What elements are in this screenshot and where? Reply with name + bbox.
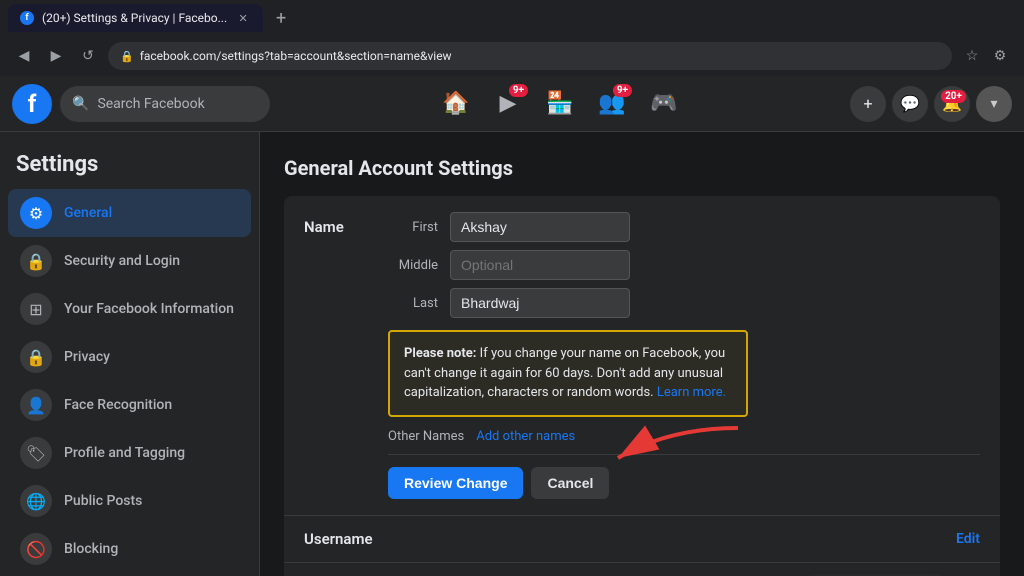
middle-name-input[interactable] — [450, 250, 630, 280]
fb-nav-icons: 🏠 ▶ 9+ 🏪 👥 9+ 🎮 — [278, 80, 842, 128]
nav-groups-btn[interactable]: 👥 9+ — [588, 80, 636, 128]
sidebar-item-blocking[interactable]: 🚫 Blocking — [8, 525, 251, 573]
middle-label: Middle — [388, 258, 438, 273]
name-label: Name — [304, 218, 364, 236]
username-label: Username — [304, 530, 373, 548]
sidebar: Settings ⚙ General 🔒 Security and Login … — [0, 132, 260, 576]
address-bar-actions: ☆ ⚙ — [960, 44, 1012, 68]
sidebar-label-face-recog: Face Recognition — [64, 397, 172, 413]
username-row: Username Edit — [284, 516, 1000, 563]
address-bar-row: ◀ ▶ ↺ 🔒 facebook.com/settings?tab=accoun… — [0, 36, 1024, 76]
forward-btn[interactable]: ▶ — [44, 44, 68, 68]
address-bar[interactable]: 🔒 facebook.com/settings?tab=account&sect… — [108, 42, 952, 70]
fb-main: Settings ⚙ General 🔒 Security and Login … — [0, 132, 1024, 576]
note-prefix: Please note: — [404, 346, 476, 361]
name-section: Name First Middle — [284, 196, 1000, 516]
tab-title: (20+) Settings & Privacy | Facebo... — [42, 11, 227, 25]
review-change-btn[interactable]: Review Change — [388, 467, 523, 499]
public-posts-icon: 🌐 — [20, 485, 52, 517]
nav-home-btn[interactable]: 🏠 — [432, 80, 480, 128]
last-name-row: Last — [388, 288, 888, 318]
fb-logo[interactable]: f — [12, 84, 52, 124]
tab-favicon: f — [20, 11, 34, 25]
sidebar-title: Settings — [0, 144, 259, 189]
contact-row: Contact Edit — [284, 563, 1000, 576]
sidebar-item-face-recog[interactable]: 👤 Face Recognition — [8, 381, 251, 429]
other-names-container: Other Names Add other names — [388, 429, 980, 499]
messenger-btn[interactable]: 💬 — [892, 86, 928, 122]
profile-tagging-icon: 🏷 — [20, 437, 52, 469]
settings-card: Name First Middle — [284, 196, 1000, 576]
plus-icon: + — [863, 94, 872, 113]
name-change-note: Please note: If you change your name on … — [388, 330, 748, 417]
sidebar-item-public-posts[interactable]: 🌐 Public Posts — [8, 477, 251, 525]
notif-btn[interactable]: 🔔 20+ — [934, 86, 970, 122]
middle-name-row: Middle — [388, 250, 888, 280]
search-icon: 🔍 — [72, 96, 89, 112]
lock-icon: 🔒 — [120, 50, 134, 63]
fb-info-icon: ⊞ — [20, 293, 52, 325]
privacy-icon: 🔒 — [20, 341, 52, 373]
add-other-names-link[interactable]: Add other names — [476, 429, 575, 444]
sidebar-label-security: Security and Login — [64, 253, 180, 269]
add-btn[interactable]: + — [850, 86, 886, 122]
page-title: General Account Settings — [284, 156, 1000, 180]
blocking-icon: 🚫 — [20, 533, 52, 565]
nav-video-btn[interactable]: ▶ 9+ — [484, 80, 532, 128]
account-menu-btn[interactable]: ▾ — [976, 86, 1012, 122]
back-btn[interactable]: ◀ — [12, 44, 36, 68]
note-text: Please note: If you change your name on … — [404, 344, 732, 403]
bookmark-btn[interactable]: ☆ — [960, 44, 984, 68]
url-text: facebook.com/settings?tab=account&sectio… — [140, 49, 452, 63]
refresh-btn[interactable]: ↺ — [76, 44, 100, 68]
sidebar-label-fb-info: Your Facebook Information — [64, 301, 234, 317]
first-label: First — [388, 220, 438, 235]
search-bar[interactable]: 🔍 Search Facebook — [60, 86, 270, 122]
fb-header: f 🔍 Search Facebook 🏠 ▶ 9+ 🏪 👥 9+ 🎮 + 💬 — [0, 76, 1024, 132]
sidebar-item-general[interactable]: ⚙ General — [8, 189, 251, 237]
nav-gaming-btn[interactable]: 🎮 — [640, 80, 688, 128]
sidebar-item-profile-tagging[interactable]: 🏷 Profile and Tagging — [8, 429, 251, 477]
last-name-input[interactable] — [450, 288, 630, 318]
new-tab-btn[interactable]: + — [267, 4, 295, 32]
active-tab[interactable]: f (20+) Settings & Privacy | Facebo... ✕ — [8, 4, 263, 32]
first-name-input[interactable] — [450, 212, 630, 242]
face-recog-icon: 👤 — [20, 389, 52, 421]
sidebar-label-public-posts: Public Posts — [64, 493, 142, 509]
nav-marketplace-btn[interactable]: 🏪 — [536, 80, 584, 128]
extensions-btn[interactable]: ⚙ — [988, 44, 1012, 68]
sidebar-item-fb-info[interactable]: ⊞ Your Facebook Information — [8, 285, 251, 333]
sidebar-item-privacy[interactable]: 🔒 Privacy — [8, 333, 251, 381]
tab-bar: f (20+) Settings & Privacy | Facebo... ✕… — [0, 0, 1024, 36]
search-placeholder: Search Facebook — [97, 96, 204, 112]
username-edit-link[interactable]: Edit — [956, 531, 980, 547]
red-arrow — [588, 418, 768, 478]
name-fields: First Middle Last — [388, 212, 888, 318]
sidebar-label-general: General — [64, 205, 112, 221]
sidebar-label-profile-tagging: Profile and Tagging — [64, 445, 185, 461]
tab-close-btn[interactable]: ✕ — [235, 10, 251, 26]
fb-app: f 🔍 Search Facebook 🏠 ▶ 9+ 🏪 👥 9+ 🎮 + 💬 — [0, 76, 1024, 576]
sidebar-item-security[interactable]: 🔒 Security and Login — [8, 237, 251, 285]
sidebar-label-privacy: Privacy — [64, 349, 110, 365]
first-name-row: First — [388, 212, 888, 242]
last-label: Last — [388, 296, 438, 311]
video-badge: 9+ — [509, 84, 528, 97]
header-actions: + 💬 🔔 20+ ▾ — [850, 86, 1012, 122]
groups-badge: 9+ — [613, 84, 632, 97]
sidebar-label-blocking: Blocking — [64, 541, 118, 557]
learn-more-link[interactable]: Learn more. — [657, 385, 726, 400]
other-names-label: Other Names — [388, 429, 464, 444]
notif-badge: 20+ — [941, 90, 966, 103]
security-icon: 🔒 — [20, 245, 52, 277]
content-area: General Account Settings Name First — [260, 132, 1024, 576]
general-icon: ⚙ — [20, 197, 52, 229]
